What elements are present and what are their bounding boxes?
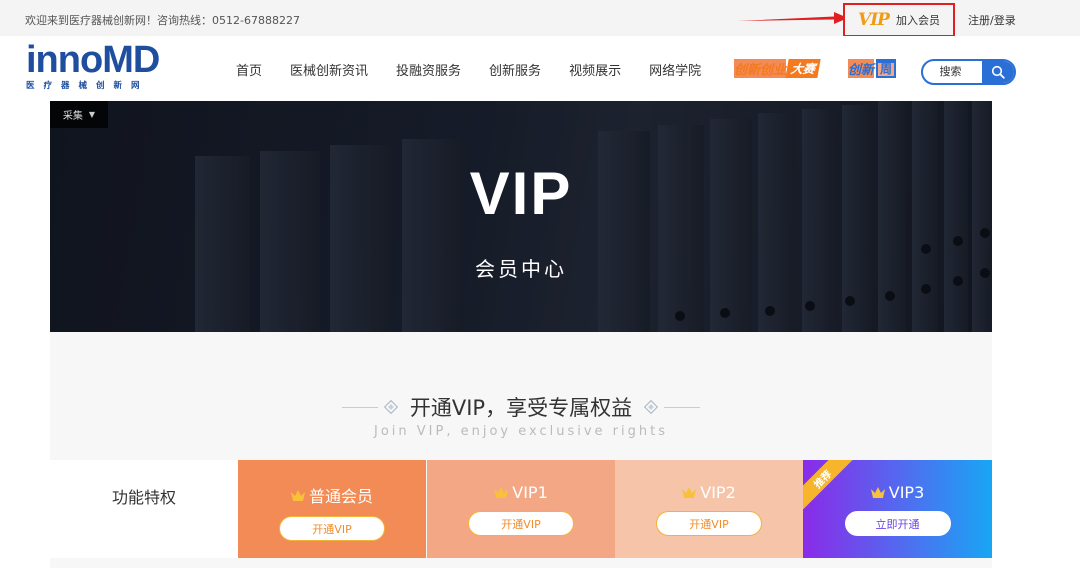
section-subtitle-en: Join VIP, enjoy exclusive rights xyxy=(374,424,668,439)
feature-privileges-label: 功能特权 xyxy=(50,460,238,558)
join-vip-label: 加入会员 xyxy=(895,14,940,27)
diamond-icon xyxy=(644,399,659,415)
nav-item-home[interactable]: 首页 xyxy=(236,60,262,79)
tier-card-vip1: VIP1 开通VIP xyxy=(427,460,615,558)
tier-name: VIP2 xyxy=(700,483,736,502)
top-bar: 欢迎来到医疗器械创新网！咨询热线：0512-67888227 VIP 加入会员 … xyxy=(0,0,1080,37)
nav-item-academy[interactable]: 网络学院 xyxy=(649,60,701,79)
calendar-icon: 周 xyxy=(876,58,897,78)
arrow-annotation-icon xyxy=(738,12,848,24)
crown-icon xyxy=(290,489,305,501)
vip-benefits-section: 开通VIP，享受专属权益 Join VIP, enjoy exclusive r… xyxy=(50,332,992,568)
open-vip-button[interactable]: 开通VIP xyxy=(468,511,574,536)
crown-icon xyxy=(682,487,697,498)
tier-card-vip2: VIP2 开通VIP xyxy=(615,460,803,558)
competition-badge-text: 创新创业 xyxy=(734,58,787,78)
register-login-link[interactable]: 注册/登录 xyxy=(968,12,1016,28)
header: innoMD 医疗器械创新网 首页 医械创新资讯 投融资服务 创新服务 视频展示… xyxy=(0,36,1080,101)
tier-card-regular: 普通会员 开通VIP xyxy=(238,460,426,558)
crown-icon xyxy=(870,487,885,498)
tier-name: 普通会员 xyxy=(308,487,373,506)
search-box[interactable]: 搜索 xyxy=(921,59,1016,85)
tier-card-vip3: 推荐 VIP3 立即开通 xyxy=(803,460,992,558)
open-vip-button[interactable]: 开通VIP xyxy=(656,511,762,536)
join-vip-button[interactable]: VIP 加入会员 xyxy=(843,3,955,37)
logo-subtitle: 医疗器械创新网 xyxy=(26,81,149,91)
nav-item-news[interactable]: 医械创新资讯 xyxy=(290,60,368,79)
nav-item-video[interactable]: 视频展示 xyxy=(569,60,621,79)
innovation-week-badge-link[interactable]: 创新 周 xyxy=(848,56,897,80)
competition-badge-tag: 大赛 xyxy=(785,58,821,78)
search-icon xyxy=(991,65,1005,79)
search-button[interactable] xyxy=(982,61,1014,83)
banner-subtitle: 会员中心 xyxy=(475,257,567,281)
main-nav: 首页 医械创新资讯 投融资服务 创新服务 视频展示 网络学院 xyxy=(236,60,729,79)
collect-dropdown[interactable]: 采集 ▼ xyxy=(50,101,108,128)
vip-logo-icon: VIP xyxy=(858,10,890,30)
recommended-ribbon: 推荐 xyxy=(803,460,853,510)
logo-wordmark: innoMD xyxy=(26,39,160,81)
collect-label: 采集 xyxy=(62,111,83,122)
banner-title: VIP xyxy=(469,160,573,227)
section-heading: 开通VIP，享受专属权益 Join VIP, enjoy exclusive r… xyxy=(50,392,992,439)
crown-icon xyxy=(494,487,509,498)
tier-name: VIP1 xyxy=(512,483,548,502)
divider-right xyxy=(664,406,701,408)
open-vip-button[interactable]: 开通VIP xyxy=(279,516,385,541)
section-title: 开通VIP，享受专属权益 xyxy=(409,396,633,420)
competition-badge-link[interactable]: 创新创业 大赛 xyxy=(734,56,821,80)
nav-item-investment[interactable]: 投融资服务 xyxy=(396,60,461,79)
diamond-icon xyxy=(383,399,398,415)
open-now-button[interactable]: 立即开通 xyxy=(844,511,951,536)
site-logo[interactable]: innoMD 医疗器械创新网 xyxy=(26,40,186,94)
welcome-text: 欢迎来到医疗器械创新网！咨询热线：0512-67888227 xyxy=(25,14,300,27)
innovation-week-text: 创新 xyxy=(848,58,875,78)
divider-left xyxy=(341,406,378,408)
chevron-down-icon: ▼ xyxy=(88,110,96,119)
nav-item-services[interactable]: 创新服务 xyxy=(489,60,541,79)
vip-banner: 采集 ▼ VIP 会员中心 xyxy=(50,101,992,332)
search-input[interactable]: 搜索 xyxy=(923,61,982,83)
tier-name: VIP3 xyxy=(888,483,925,502)
